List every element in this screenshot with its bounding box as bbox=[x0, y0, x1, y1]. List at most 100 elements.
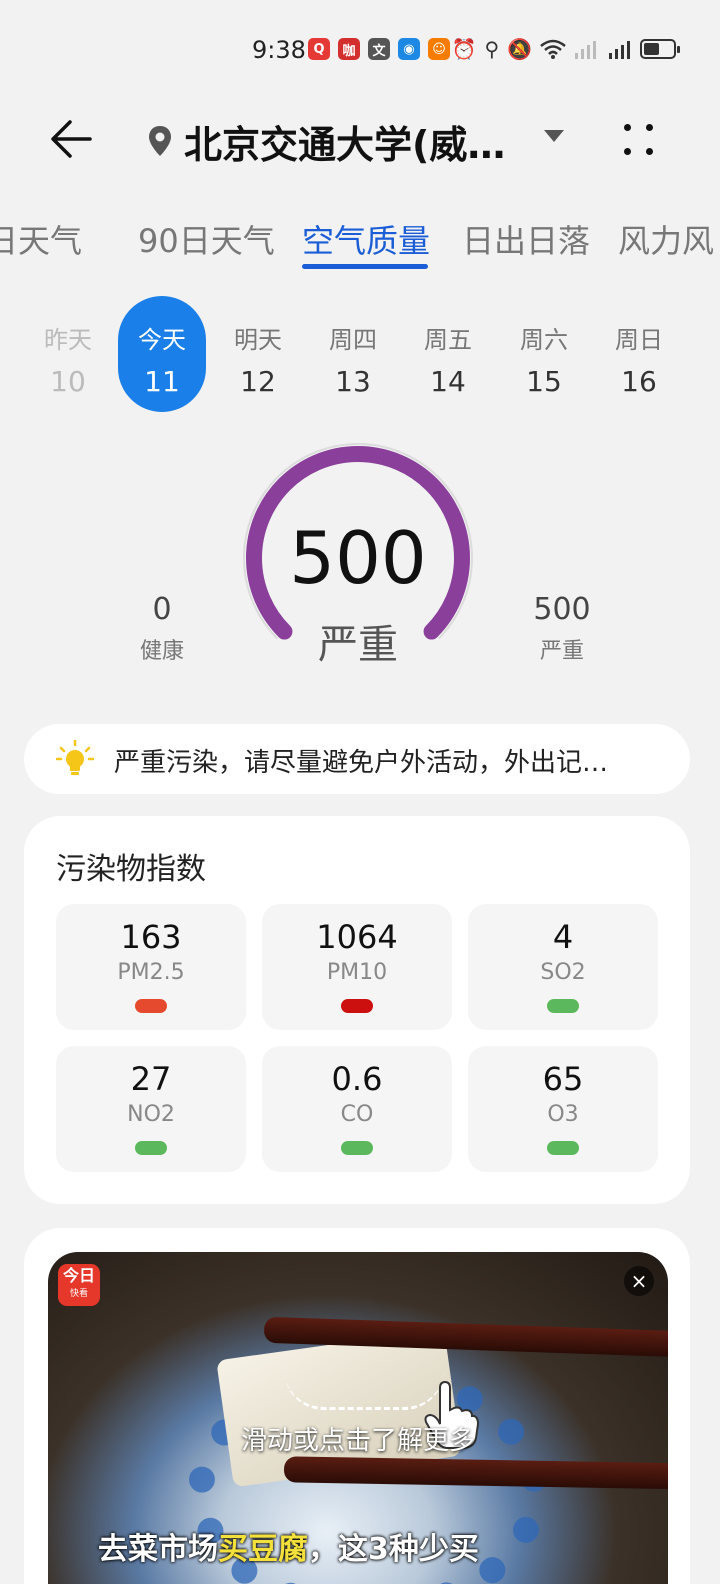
signal-5g-icon bbox=[609, 41, 630, 59]
wifi-icon bbox=[540, 39, 566, 59]
back-arrow-icon[interactable] bbox=[46, 116, 96, 162]
pollutant-name: SO2 bbox=[540, 960, 586, 985]
day-thursday[interactable]: 周四 13 bbox=[309, 296, 397, 412]
day-name: 今天 bbox=[138, 326, 186, 354]
location-pin-icon bbox=[149, 126, 171, 156]
pollutant-pm10[interactable]: 1064 PM10 bbox=[262, 904, 452, 1030]
day-date: 12 bbox=[240, 365, 276, 398]
health-advice[interactable]: 严重污染，请尽量避免户外活动，外出记… bbox=[24, 724, 690, 794]
tab-strip: 日天气 90日天气 空气质量 日出日落 风力风 bbox=[0, 210, 720, 280]
lightbulb-icon bbox=[56, 740, 94, 775]
pollutant-name: PM2.5 bbox=[117, 960, 185, 985]
ad-caption-post: ，这3种少买 bbox=[308, 1532, 479, 1567]
tab-sunrise-sunset[interactable]: 日出日落 bbox=[462, 216, 590, 262]
ad-logo-sub: 快看 bbox=[69, 1289, 88, 1299]
pollutant-co[interactable]: 0.6 CO bbox=[262, 1046, 452, 1172]
signal-icon bbox=[575, 41, 596, 59]
day-saturday[interactable]: 周六 15 bbox=[500, 296, 588, 412]
aqi-level: 严重 bbox=[318, 622, 398, 668]
ad-caption-highlight: 买豆腐 bbox=[218, 1532, 308, 1567]
aqi-min-value: 0 bbox=[152, 592, 172, 627]
pollutant-card-title: 污染物指数 bbox=[56, 852, 206, 887]
ad-card: 滑动或点击了解更多 今日 快看 × 去菜市场买豆腐，这3种少买 bbox=[24, 1228, 690, 1584]
avatar-app-icon: ☺ bbox=[428, 38, 450, 60]
day-name: 周日 bbox=[615, 326, 663, 354]
more-menu-icon[interactable] bbox=[620, 120, 656, 160]
pollutant-level-indicator bbox=[547, 999, 579, 1013]
aqi-min-label: 健康 bbox=[139, 639, 184, 664]
pollutant-name: O3 bbox=[547, 1102, 579, 1127]
pollutant-level-indicator bbox=[547, 1141, 579, 1155]
alarm-icon: ⏰ bbox=[451, 37, 477, 61]
tab-air-quality[interactable]: 空气质量 bbox=[302, 216, 430, 262]
day-date: 11 bbox=[144, 365, 180, 398]
day-name: 明天 bbox=[234, 326, 282, 354]
pollutant-level-indicator bbox=[341, 1141, 373, 1155]
day-tomorrow[interactable]: 明天 12 bbox=[214, 296, 302, 412]
translate-app-icon: 文 bbox=[368, 38, 390, 60]
mute-icon: 🔕 bbox=[507, 37, 532, 61]
ad-caption: 去菜市场买豆腐，这3种少买 bbox=[98, 1524, 479, 1568]
day-name: 周五 bbox=[424, 326, 472, 354]
pollutant-level-indicator bbox=[135, 999, 167, 1013]
location-title[interactable]: 北京交通大学(威… bbox=[184, 114, 524, 169]
day-name: 周四 bbox=[329, 326, 377, 354]
pollutant-name: PM10 bbox=[326, 960, 388, 985]
active-tab-indicator bbox=[302, 264, 428, 269]
aqi-range-max: 500 严重 bbox=[512, 592, 612, 665]
pollutant-value: 4 bbox=[552, 918, 574, 956]
pollutant-o3[interactable]: 65 O3 bbox=[468, 1046, 658, 1172]
tab-90-day-weather[interactable]: 90日天气 bbox=[138, 216, 275, 262]
day-date: 16 bbox=[621, 365, 657, 398]
ad-app-logo: 今日 快看 bbox=[58, 1264, 100, 1306]
day-date: 13 bbox=[335, 365, 371, 398]
ad-close-icon[interactable]: × bbox=[624, 1266, 654, 1296]
pollutant-value: 27 bbox=[130, 1060, 172, 1098]
tab-wind-force[interactable]: 风力风 bbox=[618, 216, 714, 262]
day-name: 昨天 bbox=[44, 326, 92, 354]
advice-text: 严重污染，请尽量避免户外活动，外出记… bbox=[114, 748, 609, 778]
day-friday[interactable]: 周五 14 bbox=[404, 296, 492, 412]
aqi-max-value: 500 bbox=[533, 592, 591, 627]
day-date: 14 bbox=[430, 365, 466, 398]
aqi-range-min: 0 健康 bbox=[112, 592, 212, 665]
pollutant-no2[interactable]: 27 NO2 bbox=[56, 1046, 246, 1172]
day-today[interactable]: 今天 11 bbox=[118, 296, 206, 412]
pollutant-name: NO2 bbox=[127, 1102, 175, 1127]
day-date: 10 bbox=[50, 365, 86, 398]
day-selector: 昨天 10 今天 11 明天 12 周四 13 周五 14 周六 15 周日 1… bbox=[0, 296, 720, 412]
search-app-icon: Q bbox=[308, 38, 330, 60]
pollutant-value: 163 bbox=[120, 918, 182, 956]
pollutant-name: CO bbox=[340, 1102, 374, 1127]
system-icons: ⏰ ⚲ 🔕 bbox=[451, 37, 680, 61]
pollutant-so2[interactable]: 4 SO2 bbox=[468, 904, 658, 1030]
location-icon: ⚲ bbox=[484, 37, 500, 61]
status-time: 9:38 bbox=[252, 36, 306, 64]
header-bar: 北京交通大学(威… bbox=[0, 100, 720, 180]
aqi-max-label: 严重 bbox=[539, 639, 584, 664]
pollutant-level-indicator bbox=[135, 1141, 167, 1155]
day-name: 周六 bbox=[520, 326, 568, 354]
ad-caption-pre: 去菜市场 bbox=[98, 1532, 218, 1567]
battery-icon bbox=[640, 39, 680, 59]
tab-daily-weather[interactable]: 日天气 bbox=[0, 216, 82, 262]
air-quality-page: 9:38 Q咖文 ◉ ☺ ⏰ ⚲ 🔕 北京交通大学(威… 日天气 90日天气 bbox=[0, 0, 720, 1584]
news-app-icon: 咖 bbox=[338, 38, 360, 60]
ad-image[interactable]: 滑动或点击了解更多 今日 快看 × 去菜市场买豆腐，这3种少买 bbox=[48, 1252, 668, 1584]
day-yesterday[interactable]: 昨天 10 bbox=[24, 296, 112, 412]
ad-logo-main: 今日 bbox=[62, 1266, 95, 1285]
day-date: 15 bbox=[526, 365, 562, 398]
pollutant-pm25[interactable]: 163 PM2.5 bbox=[56, 904, 246, 1030]
pollutant-index-card: 污染物指数 163 PM2.5 1064 PM10 4 SO2 27 NO2 0… bbox=[24, 816, 690, 1204]
pollutant-value: 0.6 bbox=[331, 1060, 383, 1098]
dropdown-caret-icon[interactable] bbox=[544, 130, 564, 142]
pollutant-value: 65 bbox=[542, 1060, 584, 1098]
status-bar: 9:38 Q 咖文 ◉ ☺ ⏰ ⚲ 🔕 bbox=[0, 0, 720, 100]
pollutant-value: 1064 bbox=[316, 918, 398, 956]
aqi-value: 500 bbox=[289, 516, 427, 600]
chat-app-icon: ◉ bbox=[398, 38, 420, 60]
notification-icons: Q 咖文 ◉ ☺ bbox=[308, 38, 450, 60]
pollutant-level-indicator bbox=[341, 999, 373, 1013]
day-sunday[interactable]: 周日 16 bbox=[595, 296, 683, 412]
ad-cta-text: 滑动或点击了解更多 bbox=[240, 1426, 475, 1456]
